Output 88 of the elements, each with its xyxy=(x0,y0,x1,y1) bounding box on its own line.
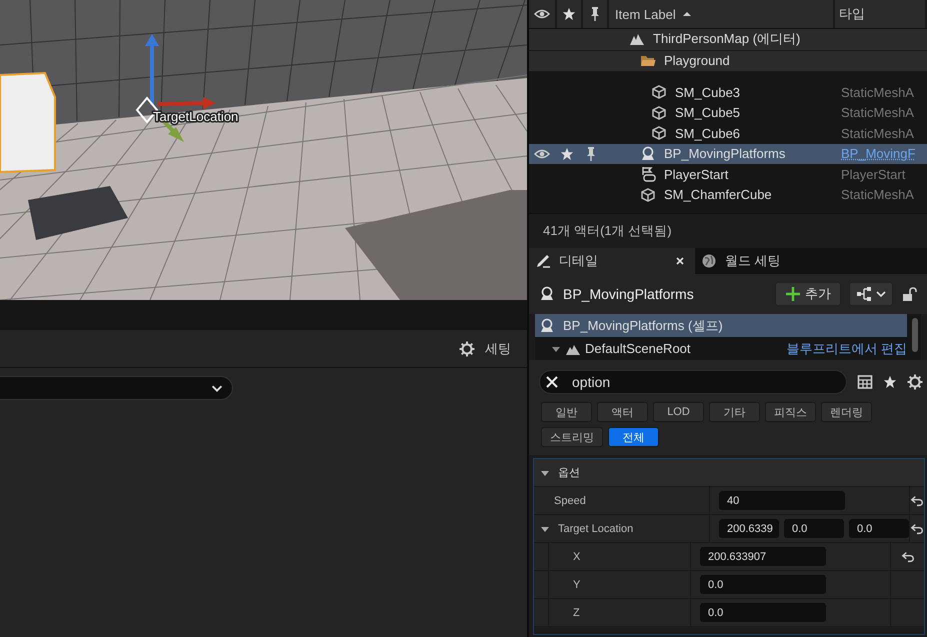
sort-ascending-icon xyxy=(682,9,692,19)
actor-label: SM_Cube3 xyxy=(675,84,740,100)
reset-arrow-icon[interactable] xyxy=(910,494,924,508)
actor-label: SM_ChamferCube xyxy=(664,187,772,202)
search-field[interactable]: option xyxy=(539,370,847,394)
outliner-row[interactable]: SM_ChamferCube StaticMeshA xyxy=(529,184,927,205)
clear-icon[interactable] xyxy=(544,374,560,390)
outliner-row[interactable]: Playground xyxy=(529,50,927,72)
unlocked-padlock-icon[interactable] xyxy=(901,286,917,302)
cube-icon xyxy=(651,84,667,100)
star-icon[interactable] xyxy=(560,146,574,161)
tab-label: 디테일 xyxy=(559,252,598,270)
caret-icon xyxy=(876,289,886,299)
actor-label: PlayerStart xyxy=(664,166,728,182)
value-field[interactable]: 0.0 xyxy=(849,519,909,538)
hierarchy-icon xyxy=(856,286,872,302)
category-label: 옵션 xyxy=(558,466,580,480)
reset-arrow-icon[interactable] xyxy=(910,522,924,536)
cube-icon xyxy=(651,125,667,142)
tab-label: 월드 세팅 xyxy=(725,252,781,270)
actor-count-status: 41개 액터(1개 선택됨) xyxy=(543,222,672,240)
value-field[interactable]: 40 xyxy=(719,491,845,510)
value-field[interactable]: 0.0 xyxy=(700,603,826,622)
filter-chip[interactable]: 전체 xyxy=(608,427,659,447)
outliner-row[interactable]: PlayerStart PlayerStart xyxy=(529,164,927,184)
scrollbar[interactable] xyxy=(912,318,918,352)
filter-chip[interactable]: 렌더링 xyxy=(821,402,872,422)
actor-label: SM_Cube5 xyxy=(675,105,740,120)
panel-tab[interactable]: 디테일 xyxy=(529,248,695,274)
actor-name: BP_MovingPlatforms xyxy=(563,286,695,302)
search-value: option xyxy=(572,374,610,390)
sphere-pawn-icon xyxy=(539,286,555,302)
cube-icon xyxy=(651,104,667,121)
component-row[interactable]: DefaultSceneRoot 블루프리트에서 편집 xyxy=(535,337,907,360)
property-label: X xyxy=(573,550,580,562)
selected-cube[interactable] xyxy=(0,72,56,174)
edit-in-blueprint-link[interactable]: 블루프리트에서 편집 xyxy=(786,340,907,358)
property-label: Speed xyxy=(554,494,586,506)
outliner-row[interactable]: ThirdPersonMap (에디터) xyxy=(529,29,927,50)
filter-chip[interactable]: 피직스 xyxy=(765,402,816,422)
sphere-pawn-icon xyxy=(640,146,656,162)
settings-icon xyxy=(459,340,475,356)
property-label: Target Location xyxy=(558,522,634,534)
panel-tab[interactable]: 월드 세팅 xyxy=(695,248,791,274)
property-label: Y xyxy=(573,578,580,590)
table-icon[interactable] xyxy=(857,374,873,390)
close-icon[interactable] xyxy=(675,256,685,266)
actor-type: PlayerStart xyxy=(841,166,906,182)
actor-type: StaticMeshA xyxy=(841,84,914,100)
filter-chip[interactable]: 기타 xyxy=(709,402,760,422)
globe-icon xyxy=(701,253,717,269)
actor-label: ThirdPersonMap (에디터) xyxy=(653,30,800,48)
filter-chip[interactable]: 액터 xyxy=(597,402,648,422)
plus-icon xyxy=(785,286,801,302)
actor-label: SM_Cube6 xyxy=(675,126,740,141)
filter-chip[interactable]: 일반 xyxy=(541,402,592,422)
actor-type: StaticMeshA xyxy=(841,105,914,120)
component-label: BP_MovingPlatforms (셀프) xyxy=(563,316,723,334)
outliner-row[interactable]: SM_Cube6 StaticMeshA xyxy=(529,123,927,144)
actor-label: BP_MovingPlatforms xyxy=(664,146,786,162)
value-field[interactable]: 0.0 xyxy=(700,575,826,594)
reset-arrow-icon[interactable] xyxy=(900,550,914,564)
outliner-row[interactable]: SM_Cube3 StaticMeshA xyxy=(529,82,927,102)
settings-button[interactable]: 세팅 xyxy=(455,338,515,360)
dropdown-field[interactable] xyxy=(0,376,233,400)
value-field[interactable]: 0.0 xyxy=(784,519,844,538)
value-field[interactable]: 200.633907 xyxy=(700,547,826,566)
filter-chip[interactable]: LOD xyxy=(653,402,704,422)
cube-icon xyxy=(640,186,656,203)
actor-type: StaticMeshA xyxy=(841,126,914,141)
flag-gamepad-icon xyxy=(640,166,656,182)
value-field[interactable]: 200.6339 xyxy=(719,519,779,538)
property-label: Z xyxy=(573,606,580,618)
actor-type: StaticMeshA xyxy=(841,187,914,202)
blueprint-options-button[interactable] xyxy=(849,282,893,306)
category-header[interactable]: 옵션 xyxy=(534,459,924,487)
component-row[interactable]: BP_MovingPlatforms (셀프) xyxy=(535,314,907,337)
component-label: DefaultSceneRoot xyxy=(585,341,691,356)
filter-chip[interactable]: 스트리밍 xyxy=(541,427,603,447)
add-component-button[interactable]: 추가 xyxy=(775,282,841,306)
settings-icon[interactable] xyxy=(907,374,923,390)
star-icon[interactable] xyxy=(562,7,576,21)
outliner-row[interactable]: BP_MovingPlatforms BP_MovingF xyxy=(529,144,927,164)
pencil-list-icon xyxy=(535,253,551,269)
outliner-row[interactable]: SM_Cube5 StaticMeshA xyxy=(529,102,927,123)
sphere-pawn-icon xyxy=(539,318,555,334)
star-icon[interactable] xyxy=(883,375,897,389)
actor-label: Playground xyxy=(664,53,730,68)
